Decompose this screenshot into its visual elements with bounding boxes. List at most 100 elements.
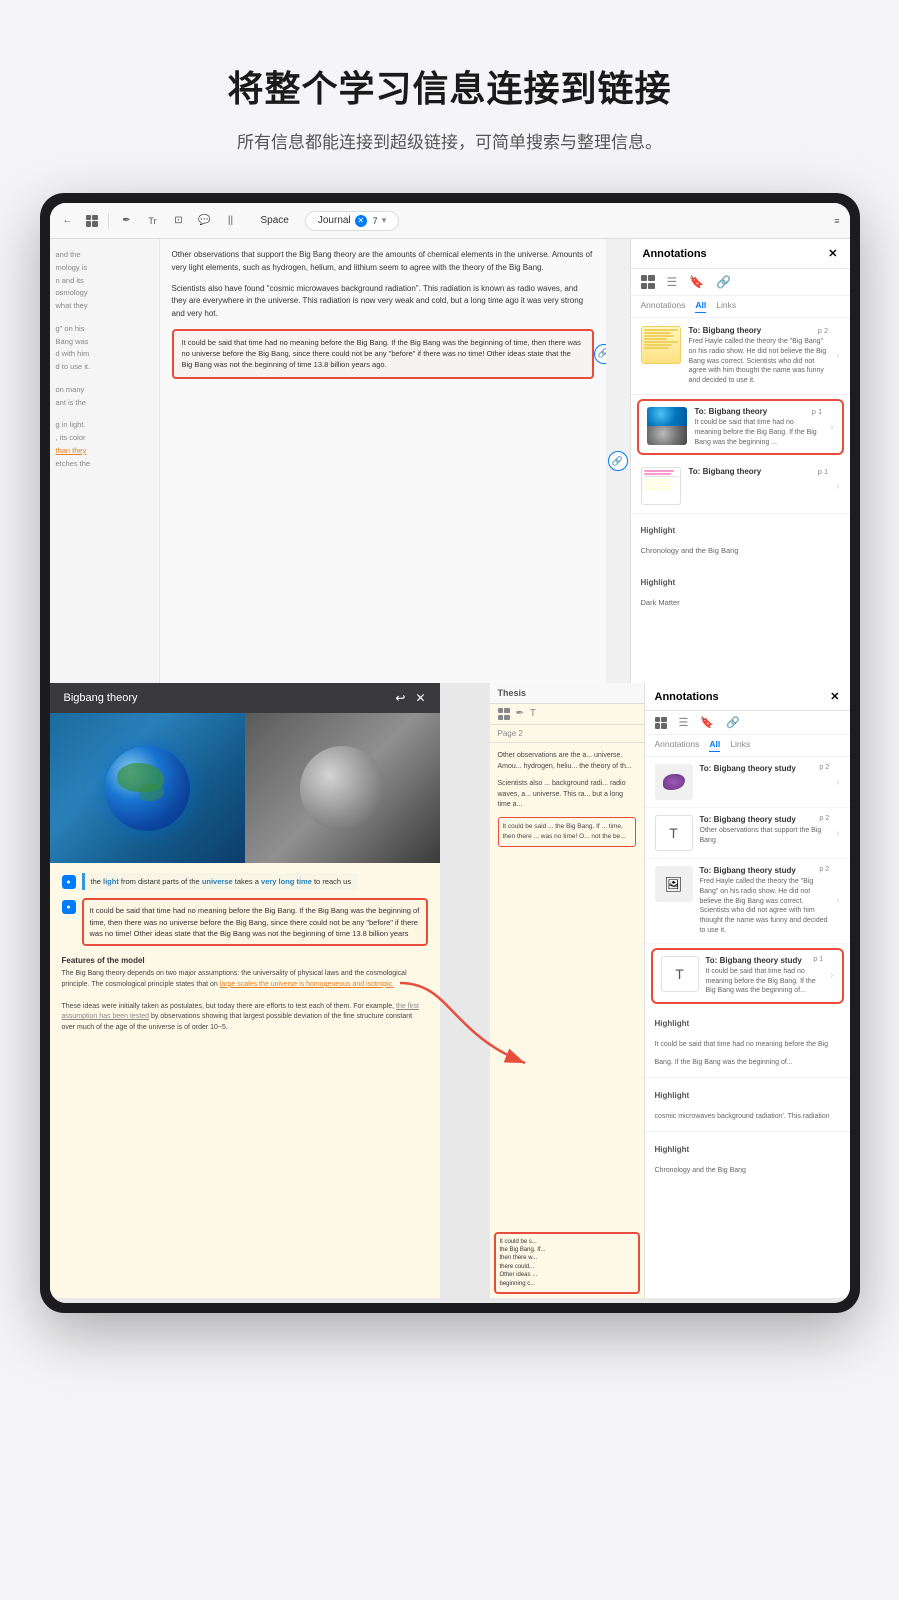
- rw-chevron-3: ›: [836, 895, 839, 906]
- rw-ann-link-icon[interactable]: 🔗: [726, 716, 740, 729]
- close-button[interactable]: ✕: [828, 247, 837, 260]
- undo-icon[interactable]: ↩: [395, 691, 405, 705]
- rw-text-icon[interactable]: T: [530, 708, 536, 720]
- comment-icon[interactable]: 💬: [197, 213, 213, 229]
- ann-desc-1: Fred Hayle called the theory the "Big Ba…: [689, 337, 829, 386]
- overflow-icon[interactable]: ≡: [834, 216, 839, 226]
- back-icon[interactable]: ←: [60, 213, 76, 229]
- rw-toolbar: Thesis: [490, 683, 644, 704]
- annotations-title: Annotations: [643, 248, 707, 260]
- link-view-icon[interactable]: 🔗: [716, 275, 731, 289]
- top-panel: ← ✒ Tr ⊡ 💬 || Space Journal: [50, 203, 850, 683]
- ann-page-3: p 1: [818, 467, 828, 476]
- link-icon-1[interactable]: 🔗: [594, 344, 606, 364]
- features-text: The Big Bang theory depends on two major…: [62, 969, 428, 1034]
- ann-item-3: To: Bigbang theory p 1 ›: [631, 459, 850, 514]
- top-toolbar: ← ✒ Tr ⊡ 💬 || Space Journal: [50, 203, 850, 239]
- rw-ann-bookmark-icon[interactable]: 🔖: [700, 716, 714, 729]
- rw-thumb-2: T: [655, 815, 693, 851]
- ann-filter-tabs: Annotations All Links: [631, 296, 850, 318]
- highlight-text: It could be said that time had no meanin…: [182, 338, 581, 370]
- divider-1: [645, 1077, 850, 1078]
- rw-info-1: To: Bigbang theory study p 2: [700, 764, 830, 775]
- panel-separator: 🔗: [606, 239, 630, 683]
- ann-page-1: p 2: [818, 326, 828, 335]
- rw-icon-tabs: ☰ 🔖 🔗: [645, 711, 850, 735]
- filter-all[interactable]: All: [695, 300, 706, 313]
- rw-hl-label-text-1: Highlight: [655, 1019, 690, 1028]
- ann-page-2: p 1: [812, 407, 822, 416]
- moon-sphere: [300, 746, 385, 831]
- rw-desc-3: Fred Hayle called the theory the "Big Ba…: [700, 877, 830, 936]
- highlight-label-text-1: Highlight: [641, 526, 676, 535]
- ann-chevron-2: ›: [830, 422, 833, 433]
- link-icon-2[interactable]: 🔗: [608, 451, 628, 471]
- features-title: Features of the model: [62, 956, 428, 965]
- rw-title-4: To: Bigbang theory study: [706, 956, 802, 965]
- rw-hl-text-2: cosmic microwaves background radiation'.…: [645, 1105, 850, 1129]
- earth-sphere: [105, 746, 190, 831]
- rw-filter-tabs: Annotations All Links: [645, 735, 850, 757]
- ann-desc-2: It could be said that time had no meanin…: [695, 418, 823, 447]
- ann-title-3: To: Bigbang theory: [689, 467, 762, 476]
- popup-hl-2: It could be said that time had no meanin…: [82, 898, 428, 946]
- moon-container: [245, 713, 440, 863]
- device-mockup: ← ✒ Tr ⊡ 💬 || Space Journal: [40, 193, 860, 1313]
- rw-hl-label-1: Highlight: [645, 1008, 850, 1033]
- tab-journal[interactable]: Journal ✕ 7 ▾: [305, 211, 399, 231]
- rw-filter-links[interactable]: Links: [730, 739, 750, 752]
- rw-pen-icon[interactable]: ✒: [516, 708, 524, 720]
- pen-icon[interactable]: ✒: [119, 213, 135, 229]
- rw-doc-text: Other observa­tions are the a... univers…: [490, 743, 644, 1228]
- rw-ann-list-icon[interactable]: ☰: [679, 716, 689, 729]
- rw-page-1: p 2: [819, 764, 829, 773]
- highlight-text-1: Chronology and the Big Bang: [631, 540, 850, 566]
- rw-close-icon[interactable]: ✕: [830, 690, 839, 703]
- divider-icon: ||: [223, 213, 239, 229]
- device-inner: ← ✒ Tr ⊡ 💬 || Space Journal: [50, 203, 850, 1303]
- rw-filter-all[interactable]: All: [709, 739, 720, 752]
- ann-item-1: To: Bigbang theory p 2 Fred Hayle called…: [631, 318, 850, 395]
- rw-thumb-1: [655, 764, 693, 800]
- underline-gray: the first assumption has been tested: [62, 1003, 419, 1021]
- rw-preview-box: It could be s...the Big Bang. If...then …: [494, 1232, 640, 1294]
- close-popup-icon[interactable]: ✕: [415, 691, 425, 705]
- bookmark-icon[interactable]: 🔖: [689, 275, 704, 289]
- ann-title-row-1: To: Bigbang theory p 2: [689, 326, 829, 335]
- list-view-icon[interactable]: ☰: [667, 275, 678, 289]
- rw-page-3: p 2: [819, 866, 829, 875]
- ann-title-2: To: Bigbang theory: [695, 407, 768, 416]
- tab-close-icon[interactable]: ✕: [355, 215, 367, 227]
- ann-item-2-highlighted[interactable]: To: Bigbang theory p 1 It could be said …: [637, 399, 844, 455]
- left-side-text: and the mology is n and its osmology wha…: [50, 239, 160, 683]
- rw-doc: Thesis ✒ T: [490, 683, 645, 1298]
- rw-hl-text-3: Chronology and the Big Bang: [645, 1159, 850, 1183]
- rw-title-2: To: Bigbang theory study: [700, 815, 796, 824]
- filter-annotations[interactable]: Annotations: [641, 300, 686, 313]
- tab-space[interactable]: Space: [249, 212, 301, 229]
- annotations-header: Annotations ✕: [631, 239, 850, 269]
- image-icon[interactable]: ⊡: [171, 213, 187, 229]
- rw-annotations: Annotations ✕ ☰ 🔖: [645, 683, 850, 1298]
- purple-blob: [663, 774, 685, 790]
- top-content: and the mology is n and its osmology wha…: [50, 239, 850, 683]
- rw-title-row-4: To: Bigbang theory study p 1: [706, 956, 824, 965]
- ann-title-row-3: To: Bigbang theory p 1: [689, 467, 829, 476]
- icon-tabs: ☰ 🔖 🔗: [631, 269, 850, 296]
- underline-orange: large scales the universe is homogeneous…: [220, 981, 394, 988]
- ann-chevron-1: ›: [836, 350, 839, 361]
- divider-2: [645, 1131, 850, 1132]
- highlight-blue-word-2: universe: [202, 877, 233, 886]
- bigbang-popup: Bigbang theory ↩ ✕: [50, 683, 440, 1298]
- rw-ann-item-4-highlighted[interactable]: T To: Bigbang theory study p 1 It could …: [651, 948, 844, 1004]
- grid-view-icon[interactable]: [641, 275, 655, 289]
- grid-icon: [86, 215, 98, 227]
- rw-ann-grid-icon[interactable]: [655, 717, 667, 729]
- popup-hl-1: the light from distant parts of the univ…: [82, 873, 358, 890]
- text-icon[interactable]: Tr: [145, 213, 161, 229]
- ann-title-row-2: To: Bigbang theory p 1: [695, 407, 823, 416]
- rw-filter-annotations[interactable]: Annotations: [655, 739, 700, 752]
- rw-grid-icon[interactable]: [498, 708, 510, 720]
- filter-links[interactable]: Links: [716, 300, 736, 313]
- bottom-section: Bigbang theory ↩ ✕: [50, 683, 850, 1303]
